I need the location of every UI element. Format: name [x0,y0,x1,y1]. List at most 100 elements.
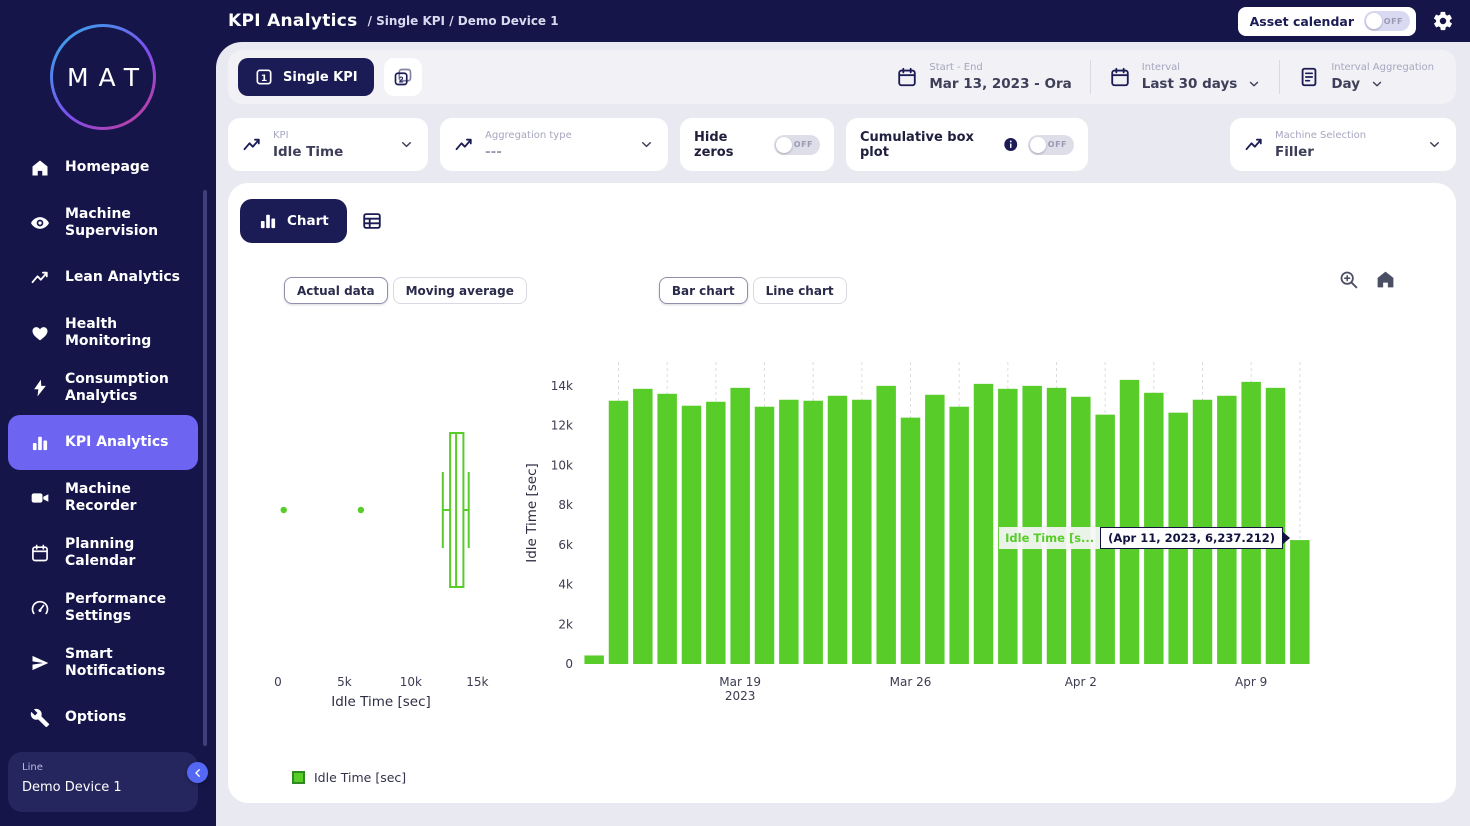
asset-calendar-label: Asset calendar [1250,14,1354,29]
table-view-button[interactable] [361,210,383,232]
interval-label: Interval [1142,62,1262,73]
sidebar-item-label: Smart Notifications [65,646,198,678]
start-end-field[interactable]: Start - End Mar 13, 2023 - Ora [878,62,1089,92]
toggle-knob [1366,13,1382,29]
zoom-icon [1338,269,1359,290]
sidebar-item-homepage[interactable]: Homepage [8,140,198,195]
sidebar-item-options[interactable]: Options [8,690,198,745]
interval-aggregation-label: Interval Aggregation [1331,62,1434,73]
chevron-left-icon [192,767,204,779]
home-icon [30,158,50,178]
trend-icon [454,135,474,155]
machine-selection-value: Filler [1275,144,1366,160]
sidebar-item-label: Machine Recorder [65,481,198,513]
recorder-icon [30,488,50,508]
hide-zeros-toggle[interactable]: OFF [774,135,820,155]
trend-icon [242,135,262,155]
sidebar-item-performance-settings[interactable]: Performance Settings [8,580,198,635]
info-icon[interactable] [1003,136,1019,153]
data-chip-group: Actual dataMoving average [284,277,527,304]
calendar-icon [1109,66,1131,88]
sidebar-collapse-button[interactable] [187,762,208,783]
svg-text:2k: 2k [558,617,573,631]
sidebar-item-consumption-analytics[interactable]: Consumption Analytics [8,360,198,415]
aggregation-type-label: Aggregation type [485,130,572,141]
interval-aggregation-value: Day [1331,76,1360,92]
calendar-icon [896,66,918,88]
chart-card: Chart Actual dataMoving average Bar char… [228,183,1456,803]
sidebar-item-kpi-analytics[interactable]: KPI Analytics [8,415,198,470]
sidebar-item-machine-recorder[interactable]: Machine Recorder [8,470,198,525]
machine-selection-select[interactable]: Machine Selection Filler [1230,118,1456,171]
sidebar-item-label: Consumption Analytics [65,371,198,403]
svg-text:0: 0 [565,657,573,671]
sidebar-item-label: KPI Analytics [65,434,169,450]
kpi-select[interactable]: KPI Idle Time [228,118,428,171]
svg-text:2023: 2023 [725,689,756,703]
view-tab-row: Chart [240,199,1456,243]
box-plot-container: 05k10k15kIdle Time [sec] [240,348,520,768]
chevron-down-icon [1427,137,1442,152]
trend-icon [30,268,50,288]
chip-moving-average[interactable]: Moving average [393,277,527,304]
sidebar: MAT HomepageMachine SupervisionLean Anal… [0,0,216,826]
document-icon [1298,66,1320,88]
device-card[interactable]: Line Demo Device 1 [8,752,198,812]
legend-label: Idle Time [sec] [314,770,406,785]
breadcrumb: / Single KPI / Demo Device 1 [368,14,559,28]
heart-icon [30,323,50,343]
sidebar-item-planning-calendar[interactable]: Planning Calendar [8,525,198,580]
sidebar-item-label: Health Monitoring [65,316,198,348]
asset-calendar-toggle[interactable]: OFF [1364,11,1410,31]
topbar-right: Asset calendar OFF [1238,7,1470,36]
chip-bar-chart[interactable]: Bar chart [659,277,748,304]
toolbar-row: Single KPI Start - End Mar 13, 2023 - Or… [228,50,1456,104]
sidebar-item-label: Machine Supervision [65,206,198,238]
svg-text:10k: 10k [400,675,422,689]
chart-legend[interactable]: Idle Time [sec] [292,770,1456,785]
chip-actual-data[interactable]: Actual data [284,277,388,304]
toggle-state: OFF [1384,17,1403,26]
chip-line-chart[interactable]: Line chart [753,277,847,304]
bars-icon [30,433,50,453]
settings-button[interactable] [1432,10,1454,32]
aggregation-type-select[interactable]: Aggregation type --- [440,118,668,171]
chevron-down-icon [1247,77,1261,91]
calendar-icon [30,543,50,563]
bolt-icon [30,378,50,398]
chart-tab-button[interactable]: Chart [240,199,347,243]
sidebar-item-health-monitoring[interactable]: Health Monitoring [8,305,198,360]
kpi-value: Idle Time [273,144,343,160]
svg-text:Idle Time [sec]: Idle Time [sec] [331,694,431,710]
top-bar: KPI Analytics / Single KPI / Demo Device… [0,0,1470,42]
svg-text:14k: 14k [551,379,573,393]
single-kpi-button[interactable]: Single KPI [238,58,374,96]
gear-icon [1432,10,1454,32]
sidebar-item-label: Planning Calendar [65,536,198,568]
svg-text:Apr 9: Apr 9 [1235,675,1267,689]
page-title: KPI Analytics [228,11,358,31]
table-icon [361,210,383,232]
wrench-icon [30,708,50,728]
sidebar-item-lean-analytics[interactable]: Lean Analytics [8,250,198,305]
chevron-down-icon [639,137,654,152]
bar-chart-svg[interactable]: 02k4k6k8k10k12k14kMar 192023Mar 26Apr 2A… [520,348,1320,768]
svg-text:Idle Time [sec]: Idle Time [sec] [524,463,540,563]
home-icon [1375,269,1396,290]
interval-field[interactable]: Interval Last 30 days [1091,62,1280,92]
interval-aggregation-field[interactable]: Interval Aggregation Day [1280,62,1452,92]
send-icon [30,653,50,673]
cumulative-box-plot-toggle[interactable]: OFF [1028,135,1074,155]
aggregation-type-value: --- [485,144,572,160]
reset-view-button[interactable] [1375,269,1396,290]
zoom-button[interactable] [1338,269,1359,290]
chip-row: Actual dataMoving average Bar chartLine … [284,277,1456,304]
compare-kpi-button[interactable] [384,58,422,96]
sidebar-scrollbar[interactable] [203,190,207,746]
trend-icon [1244,135,1264,155]
sidebar-item-smart-notifications[interactable]: Smart Notifications [8,635,198,690]
eye-icon [30,213,50,233]
box-plot-svg[interactable]: 05k10k15kIdle Time [sec] [240,348,520,768]
sidebar-item-machine-supervision[interactable]: Machine Supervision [8,195,198,250]
hide-zeros-filter: Hide zeros OFF [680,118,834,171]
